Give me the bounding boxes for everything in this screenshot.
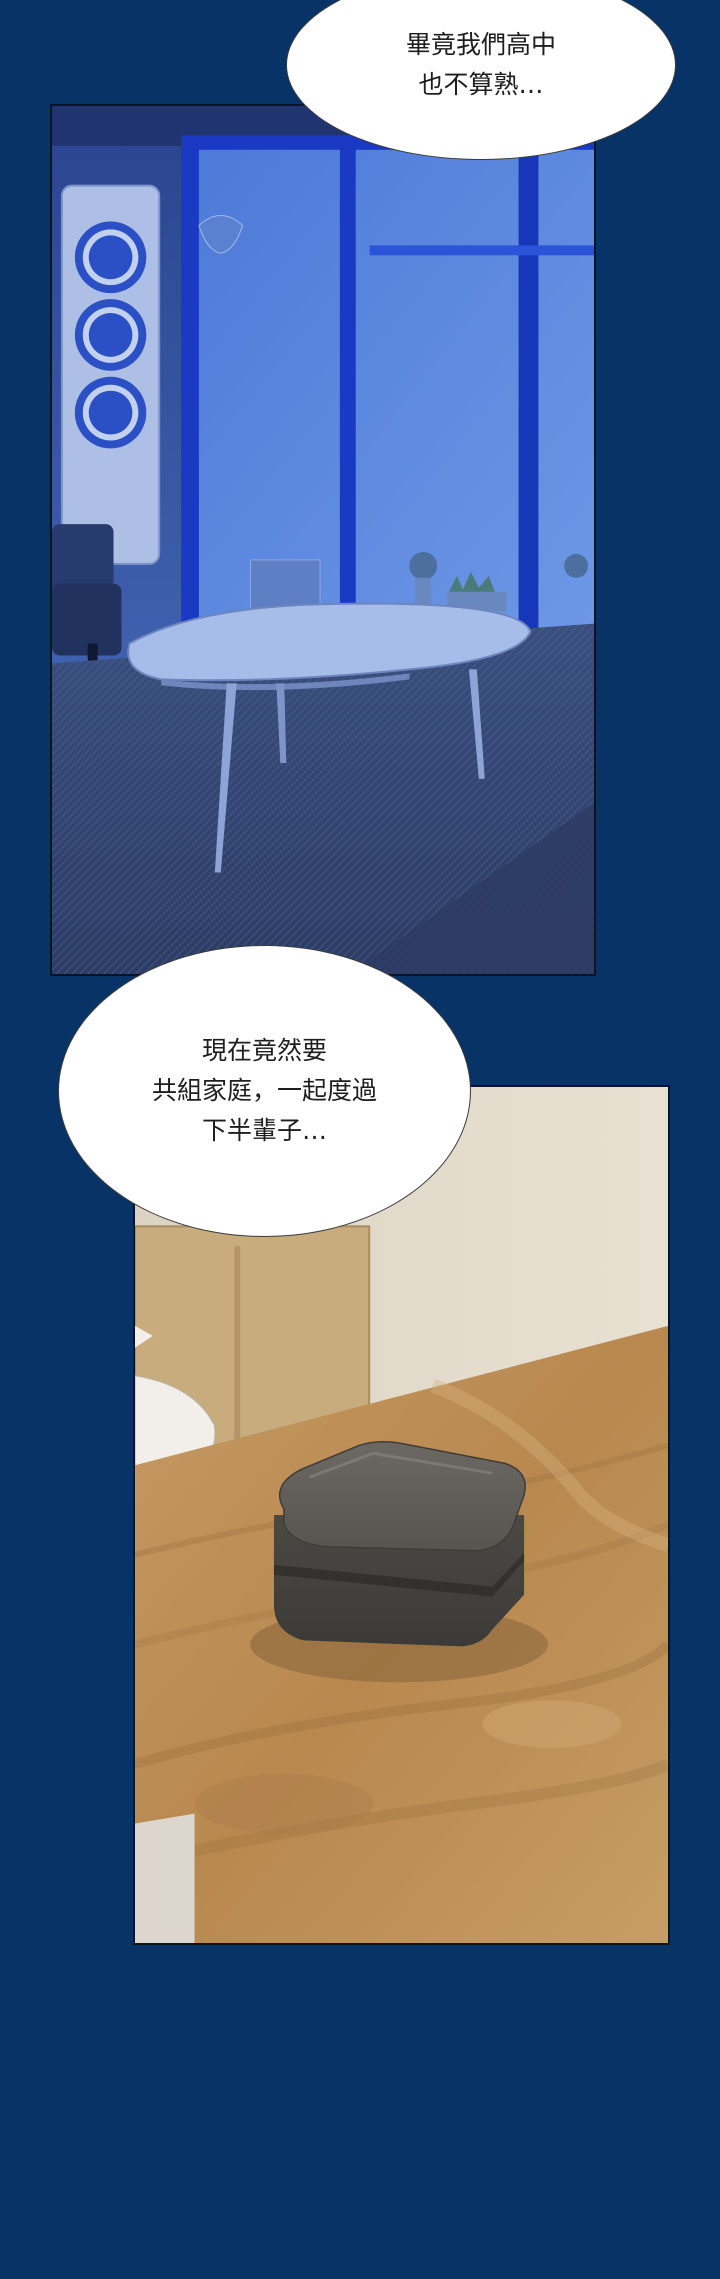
living-room-illustration — [52, 106, 594, 974]
panel-living-room — [50, 104, 596, 976]
dialogue-line: 現在竟然要 — [201, 1036, 327, 1065]
speech-bubble-2: 現在竟然要 共組家庭，一起度過 下半輩子… — [58, 945, 471, 1237]
dialogue-line: 也不算熟… — [418, 70, 544, 99]
dialogue-line: 共組家庭，一起度過 — [151, 1076, 377, 1105]
dialogue-line: 畢竟我們高中 — [405, 30, 556, 59]
dialogue-line: 下半輩子… — [201, 1116, 327, 1145]
comic-page: 畢竟我們高中 也不算熟… 現在竟然要 共組家庭，一起度過 下半輩子… — [0, 0, 720, 2279]
